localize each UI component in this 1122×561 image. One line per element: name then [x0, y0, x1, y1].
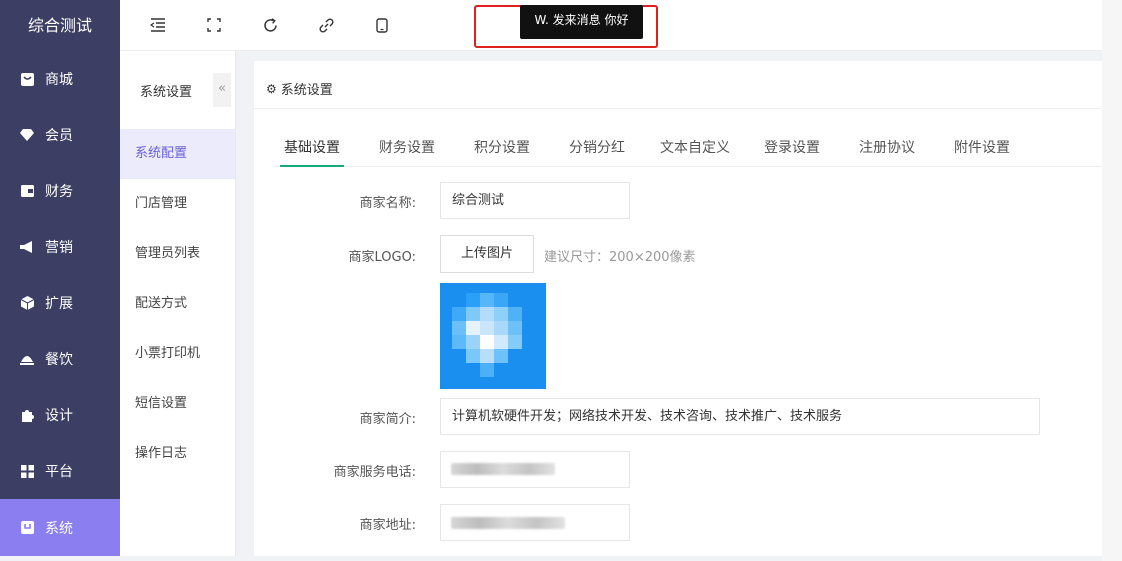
- shop-icon: [20, 72, 34, 86]
- system-icon: [20, 521, 34, 535]
- sidebar-item-extension[interactable]: 扩展: [0, 275, 120, 331]
- page-title: ⚙ 系统设置: [266, 79, 333, 99]
- subnav-item-sms-settings[interactable]: 短信设置: [120, 379, 235, 429]
- main-sidebar: 综合测试 商城 会员 财务 营销 扩展 餐饮 设计 平台 系统: [0, 0, 120, 556]
- sidebar-item-label: 扩展: [45, 296, 73, 312]
- message-tooltip: W. 发来消息 你好: [520, 5, 643, 39]
- upload-image-button[interactable]: 上传图片: [440, 235, 534, 273]
- subnav-collapse-button[interactable]: «: [213, 73, 231, 107]
- sidebar-item-label: 商城: [45, 72, 73, 88]
- app-root: 综合测试 商城 会员 财务 营销 扩展 餐饮 设计 平台 系统 W. 发来消息 …: [0, 0, 1122, 561]
- service-phone-label: 商家服务电话:: [333, 465, 416, 480]
- sidebar-item-label: 营销: [45, 240, 73, 256]
- merchant-logo-image: [440, 283, 546, 389]
- fullscreen-button[interactable]: [204, 15, 224, 35]
- tab-basic-settings[interactable]: 基础设置: [284, 137, 340, 157]
- merchant-name-input[interactable]: 综合测试: [440, 182, 630, 219]
- link-button[interactable]: [316, 15, 336, 35]
- sidebar-item-shop[interactable]: 商城: [0, 51, 120, 107]
- title-divider: [254, 108, 1102, 109]
- refresh-button[interactable]: [260, 15, 280, 35]
- merchant-logo-label: 商家LOGO:: [348, 250, 416, 265]
- cloche-icon: [20, 352, 34, 366]
- tab-registration-agreement[interactable]: 注册协议: [859, 137, 915, 157]
- sidebar-item-label: 会员: [45, 128, 73, 144]
- tab-custom-text[interactable]: 文本自定义: [660, 137, 730, 157]
- sidebar-item-label: 平台: [45, 464, 73, 480]
- right-edge-strip: [1102, 0, 1122, 561]
- sidebar-item-marketing[interactable]: 营销: [0, 219, 120, 275]
- subnav-item-system-config[interactable]: 系统配置: [120, 129, 235, 179]
- grid-icon: [20, 464, 34, 478]
- puzzle-icon: [20, 408, 34, 422]
- sidebar-item-system[interactable]: 系统: [0, 499, 120, 556]
- active-tab-indicator: [280, 165, 344, 167]
- page-title-text: 系统设置: [280, 83, 333, 98]
- merchant-address-input[interactable]: [440, 504, 630, 541]
- top-header: W. 发来消息 你好: [120, 0, 1102, 51]
- logo-mosaic: [440, 283, 546, 389]
- subnav-item-admin-list[interactable]: 管理员列表: [120, 229, 235, 279]
- logo-size-hint: 建议尺寸：200×200像素: [544, 250, 696, 265]
- subnav-item-operation-log[interactable]: 操作日志: [120, 429, 235, 479]
- subnav-title: 系统设置: [140, 85, 193, 100]
- tab-points-settings[interactable]: 积分设置: [474, 137, 530, 157]
- sidebar-item-platform[interactable]: 平台: [0, 443, 120, 499]
- tab-finance-settings[interactable]: 财务设置: [379, 137, 435, 157]
- brand-title: 综合测试: [27, 16, 92, 35]
- settings-tabs: 基础设置 财务设置 积分设置 分销分红 文本自定义 登录设置 注册协议 附件设置: [274, 129, 1102, 167]
- tab-distribution-dividend[interactable]: 分销分红: [569, 137, 625, 157]
- sidebar-item-label: 设计: [45, 408, 73, 424]
- sidebar-item-member[interactable]: 会员: [0, 107, 120, 163]
- merchant-intro-label: 商家简介:: [359, 412, 416, 427]
- sidebar-item-label: 财务: [45, 184, 73, 200]
- main-panel: ⚙ 系统设置 基础设置 财务设置 积分设置 分销分红 文本自定义 登录设置 注册…: [254, 61, 1102, 556]
- mobile-icon: [376, 17, 388, 33]
- subnav-item-receipt-printer[interactable]: 小票打印机: [120, 329, 235, 379]
- secondary-sidebar: 系统设置 系统配置 门店管理 管理员列表 配送方式 小票打印机 短信设置 操作日…: [120, 51, 236, 556]
- sidebar-item-finance[interactable]: 财务: [0, 163, 120, 219]
- double-chevron-left-icon: «: [218, 81, 226, 96]
- cube-icon: [20, 296, 34, 310]
- gear-icon: ⚙: [266, 81, 277, 96]
- tab-attachment-settings[interactable]: 附件设置: [954, 137, 1010, 157]
- member-icon: [20, 128, 34, 142]
- subnav-item-store-management[interactable]: 门店管理: [120, 179, 235, 229]
- fullscreen-icon: [207, 18, 221, 32]
- tab-login-settings[interactable]: 登录设置: [764, 137, 820, 157]
- sidebar-item-label: 系统: [45, 520, 73, 537]
- redacted-address: [451, 517, 565, 529]
- collapse-menu-icon: [150, 18, 165, 32]
- merchant-address-label: 商家地址:: [359, 518, 416, 533]
- sidebar-item-design[interactable]: 设计: [0, 387, 120, 443]
- subnav-item-delivery[interactable]: 配送方式: [120, 279, 235, 329]
- refresh-icon: [263, 17, 277, 32]
- collapse-menu-button[interactable]: [148, 15, 168, 35]
- merchant-intro-input[interactable]: 计算机软硬件开发；网络技术开发、技术咨询、技术推广、技术服务: [440, 398, 1040, 435]
- link-icon: [318, 17, 334, 33]
- megaphone-icon: [20, 240, 34, 254]
- sidebar-item-label: 餐饮: [45, 352, 73, 368]
- merchant-name-label: 商家名称:: [359, 196, 416, 211]
- redacted-phone: [451, 463, 555, 475]
- sidebar-item-catering[interactable]: 餐饮: [0, 331, 120, 387]
- finance-icon: [20, 184, 34, 198]
- service-phone-input[interactable]: [440, 451, 630, 488]
- mobile-preview-button[interactable]: [372, 15, 392, 35]
